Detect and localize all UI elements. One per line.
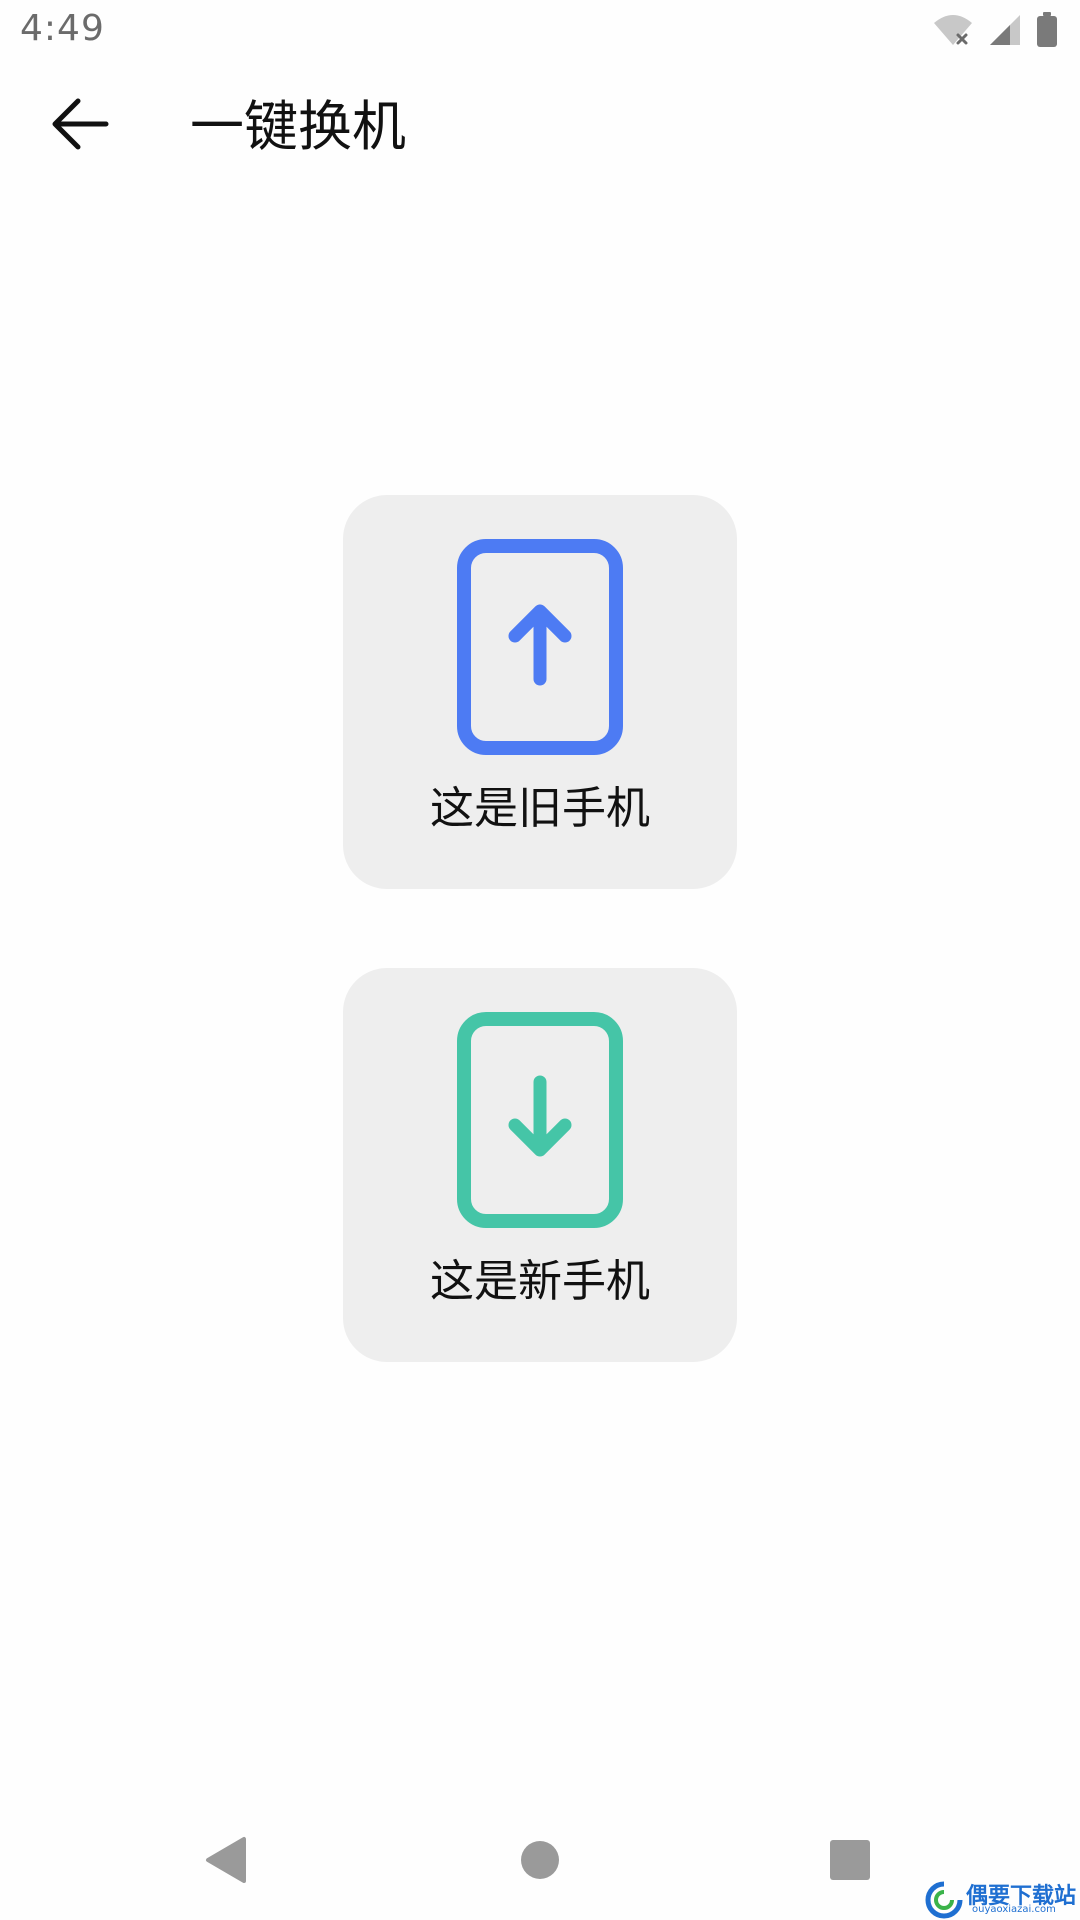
phone-upload-icon bbox=[457, 539, 623, 755]
new-phone-label: 这是新手机 bbox=[430, 1256, 650, 1307]
watermark-subtitle: ouyaoxiazai.com bbox=[972, 1904, 1056, 1915]
toolbar: 一键换机 bbox=[0, 64, 1080, 188]
nav-home-icon bbox=[520, 1840, 560, 1884]
nav-recents-button[interactable] bbox=[820, 1832, 880, 1892]
arrow-left-icon bbox=[50, 96, 110, 156]
watermark: 偶要下载站 ouyaoxiazai.com bbox=[920, 1878, 1080, 1920]
wifi-off-icon bbox=[932, 13, 974, 51]
page-title: 一键换机 bbox=[190, 95, 406, 158]
navigation-bar bbox=[0, 1800, 1080, 1920]
watermark-logo-icon bbox=[924, 1880, 964, 1920]
nav-home-button[interactable] bbox=[510, 1832, 570, 1892]
signal-icon bbox=[988, 13, 1022, 51]
phone-download-icon bbox=[457, 1012, 623, 1228]
nav-back-button[interactable] bbox=[196, 1832, 256, 1892]
screen: 4:49 一键换机 这是旧手机 这是新手机 偶要下载站 ouyaoxiazai.… bbox=[0, 0, 1080, 1920]
nav-recents-icon bbox=[829, 1839, 871, 1885]
old-phone-card[interactable]: 这是旧手机 bbox=[343, 495, 737, 889]
status-time: 4:49 bbox=[20, 8, 105, 49]
back-button[interactable] bbox=[40, 90, 120, 162]
status-icons bbox=[932, 12, 1058, 52]
battery-icon bbox=[1036, 12, 1058, 52]
new-phone-card[interactable]: 这是新手机 bbox=[343, 968, 737, 1362]
nav-back-icon bbox=[204, 1836, 248, 1888]
status-bar: 4:49 bbox=[0, 0, 1080, 64]
old-phone-label: 这是旧手机 bbox=[430, 783, 650, 834]
